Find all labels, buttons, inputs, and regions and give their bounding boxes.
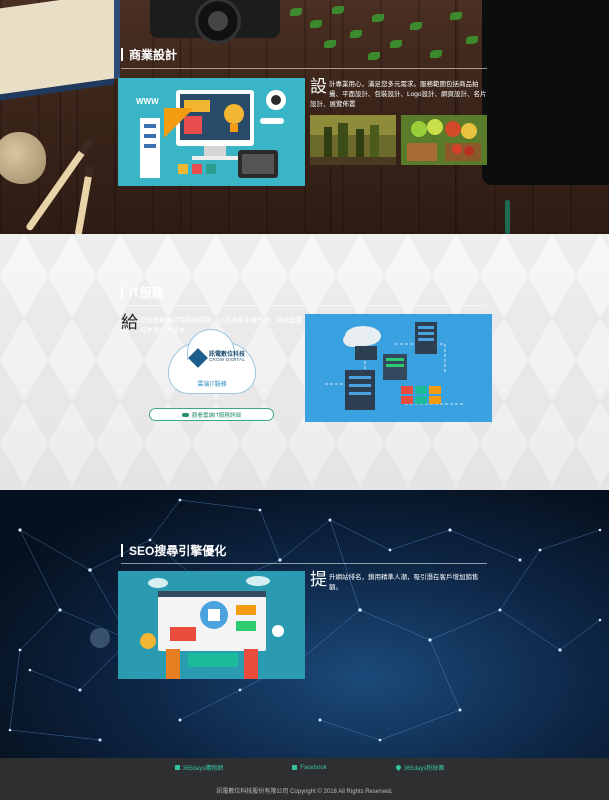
- tablet-decor: [482, 0, 609, 185]
- www-label: WWW: [136, 97, 159, 106]
- it-title: IT服務: [129, 286, 164, 300]
- seo-heading: SEO搜尋引擎優化: [121, 542, 226, 559]
- fruit-basket-photo: [401, 115, 487, 165]
- it-drop-letter: 給: [121, 313, 138, 333]
- logo-english-name: CROW DIGITAL: [209, 357, 246, 362]
- design-description-block: 設 計專業用心，滿足您多元需求。服務範圍包括商品拍攝、平面設計、包裝設計、Log…: [310, 77, 490, 110]
- footer-link-fanpage[interactable]: 365days粉絲團: [394, 763, 445, 772]
- footer-link-facebook[interactable]: Facebook: [292, 763, 327, 772]
- seo-divider: [121, 563, 487, 564]
- notebook-decor: [0, 0, 120, 95]
- it-divider: [121, 305, 487, 306]
- crumpled-paper-decor: [0, 132, 46, 184]
- thumbs-up-icon: [292, 765, 298, 770]
- cart-icon: [174, 765, 180, 770]
- cloud-it-logo: 訊電數位科技 CROW DIGITAL 雲端IT服務: [168, 329, 256, 394]
- seo-title: SEO搜尋引擎優化: [129, 544, 227, 558]
- seo-description-block: 提 升網站排名，鎖用精準人潮，吸引潛在客戶增加銷售額。: [310, 570, 490, 593]
- design-drop-letter: 設: [310, 77, 327, 97]
- footer-link-label: Facebook: [300, 764, 327, 771]
- heading-accent-bar: [121, 544, 123, 557]
- footer-link-label: 365days購物網: [182, 766, 224, 772]
- heart-icon: [394, 763, 402, 772]
- logo-subtitle: 雲端IT服務: [197, 382, 227, 388]
- olive-oil-photo: [310, 115, 396, 165]
- camera-decor: [150, 0, 280, 44]
- footer-link-label: 365days粉絲團: [403, 766, 445, 772]
- view-cloud-it-label: 觀看雲端IT服務詳細: [192, 412, 241, 419]
- crow-logo-icon: [188, 348, 208, 368]
- leaves-decor: [280, 0, 480, 70]
- design-title: 商業設計: [129, 48, 178, 62]
- seo-illustration: [118, 571, 305, 679]
- design-illustration: WWW: [118, 78, 305, 186]
- design-heading: 商業設計: [121, 46, 177, 63]
- copyright-text: 訊電數位科技股份有限公司 Copyright © 2018 All Rights…: [216, 789, 393, 795]
- cloud-icon: [182, 412, 190, 417]
- seo-description: 升網站排名，鎖用精準人潮，吸引潛在客戶增加銷售額。: [329, 574, 479, 591]
- view-cloud-it-button[interactable]: 觀看雲端IT服務詳細: [149, 408, 274, 421]
- pencil-decor: [74, 165, 94, 234]
- server-illustration: [305, 314, 492, 422]
- footer-link-shop[interactable]: 365days購物網: [174, 763, 224, 772]
- heading-accent-bar: [121, 48, 123, 61]
- site-footer: 365days購物網 Facebook 365days粉絲團 訊電數位科技股份有…: [0, 758, 609, 800]
- seo-drop-letter: 提: [310, 570, 327, 590]
- footer-links: 365days購物網 Facebook 365days粉絲團: [0, 763, 609, 772]
- design-description: 計專業用心，滿足您多元需求。服務範圍包括商品拍攝、平面設計、包裝設計、Logo設…: [310, 81, 487, 108]
- it-heading: IT服務: [121, 284, 164, 301]
- pen-decor: [505, 200, 510, 234]
- design-divider: [121, 68, 487, 69]
- heading-accent-bar: [121, 286, 123, 299]
